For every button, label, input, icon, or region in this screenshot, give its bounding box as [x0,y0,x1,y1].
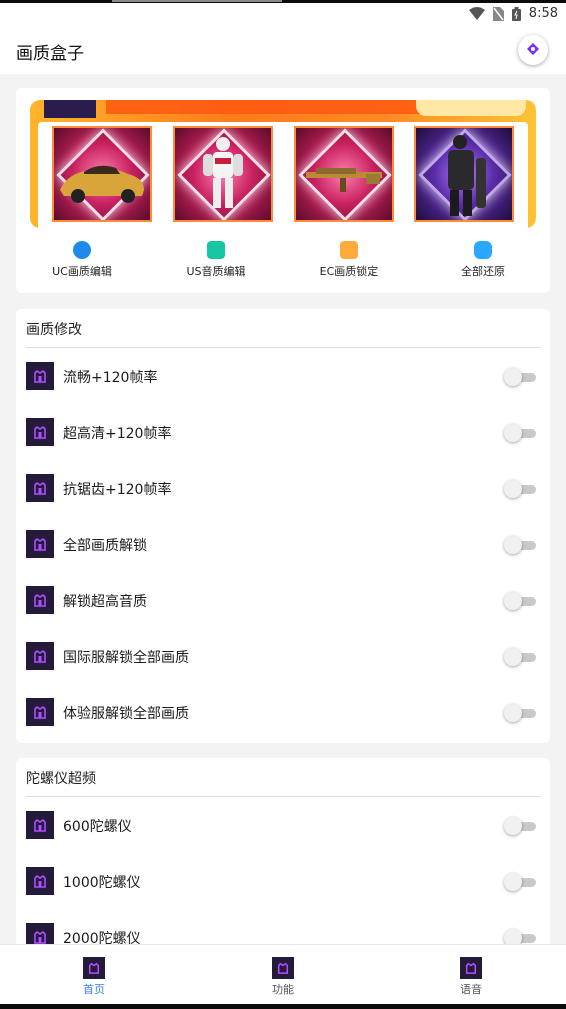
castle-icon [26,362,54,390]
castle-icon [272,957,294,979]
nav-home[interactable]: 首页 [54,957,134,997]
list-item[interactable]: 600陀螺仪 [16,797,550,853]
prize-outfit-image [414,126,514,222]
nav-features-label: 功能 [272,983,294,996]
nav-home-label: 首页 [83,983,105,996]
toggle-switch[interactable] [504,424,536,442]
list-item-label: 1000陀螺仪 [63,875,141,891]
quick-action-ec[interactable]: EC画质锁定 [289,241,409,279]
list-item[interactable]: 1000陀螺仪 [16,853,550,909]
system-bottom-strip [0,1004,566,1009]
list-item-label: 抗锯齿+120帧率 [63,482,172,498]
list-item[interactable]: 抗锯齿+120帧率 [16,460,550,516]
castle-icon [26,530,54,558]
toggle-switch[interactable] [504,704,536,722]
headset-icon [207,241,225,259]
toggle-switch[interactable] [504,817,536,835]
quick-actions: UC画质编辑 US音质编辑 EC画质锁定 全部还原 [16,241,550,281]
wifi-icon [468,7,485,20]
document-icon [340,241,358,259]
toggle-switch[interactable] [504,368,536,386]
battery-icon [511,6,521,21]
status-time: 8:58 [528,6,558,21]
castle-icon [26,642,54,670]
castle-icon [460,957,482,979]
list-item-label: 国际服解锁全部画质 [63,650,189,666]
no-sim-icon [492,6,504,21]
list-item-label: 2000陀螺仪 [63,931,141,944]
status-bar: 8:58 [0,3,566,27]
quick-action-us[interactable]: US音质编辑 [156,241,276,279]
toggle-switch[interactable] [504,648,536,666]
list-item-label: 全部画质解锁 [63,538,147,554]
app-title: 画质盒子 [16,44,84,64]
bottom-nav: 首页 功能 语音 [0,944,566,1005]
castle-icon [26,586,54,614]
quick-action-restore[interactable]: 全部还原 [423,241,543,279]
list-item-label: 超高清+120帧率 [63,426,172,442]
nav-features[interactable]: 功能 [243,957,323,997]
prize-armor-image [173,126,273,222]
globe-icon [73,241,91,259]
castle-icon [26,418,54,446]
list-item[interactable]: 流畅+120帧率 [16,348,550,404]
castle-icon [26,867,54,895]
section-title: 画质修改 [26,322,82,338]
restore-icon [474,241,492,259]
castle-icon [83,957,105,979]
app-bar: 画质盒子 [0,27,566,74]
promo-banner[interactable] [30,100,536,228]
nav-voice[interactable]: 语音 [431,957,511,997]
compass-button[interactable] [518,35,548,65]
castle-icon [26,923,54,944]
list-item[interactable]: 体验服解锁全部画质 [16,684,550,740]
nav-voice-label: 语音 [460,983,482,996]
castle-icon [26,474,54,502]
banner-logo [44,100,96,118]
list-item[interactable]: 解锁超高音质 [16,572,550,628]
toggle-switch[interactable] [504,480,536,498]
toggle-switch[interactable] [504,536,536,554]
list-item[interactable]: 全部画质解锁 [16,516,550,572]
compass-icon [526,41,540,60]
section-gyro: 陀螺仪超频 600陀螺仪 1000陀螺仪 2000陀螺仪 [16,758,550,944]
banner-card: UC画质编辑 US音质编辑 EC画质锁定 全部还原 [16,88,550,293]
section-title: 陀螺仪超频 [26,771,96,787]
list-item-label: 解锁超高音质 [63,594,147,610]
list-item-label: 600陀螺仪 [63,819,132,835]
list-item[interactable]: 超高清+120帧率 [16,404,550,460]
toggle-switch[interactable] [504,929,536,944]
section-quality: 画质修改 流畅+120帧率 超高清+120帧率 抗锯齿+120帧率 全部画质解锁… [16,309,550,743]
castle-icon [26,811,54,839]
list-item-label: 体验服解锁全部画质 [63,706,189,722]
toggle-switch[interactable] [504,873,536,891]
list-item[interactable]: 2000陀螺仪 [16,909,550,944]
castle-icon [26,698,54,726]
toggle-switch[interactable] [504,592,536,610]
quick-action-uc[interactable]: UC画质编辑 [22,241,142,279]
prize-car-image [52,126,152,222]
prize-rifle-image [294,126,394,222]
list-item-label: 流畅+120帧率 [63,370,158,386]
list-item[interactable]: 国际服解锁全部画质 [16,628,550,684]
